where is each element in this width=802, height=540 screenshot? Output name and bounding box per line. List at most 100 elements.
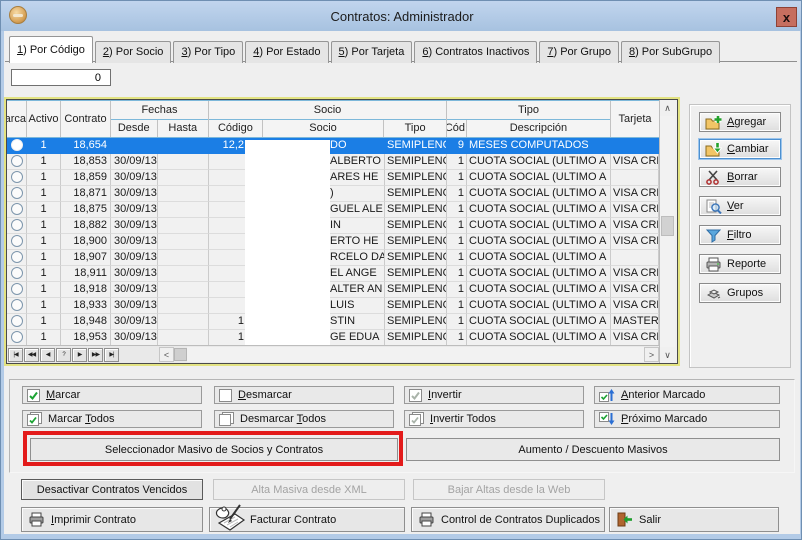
control-duplicados-button[interactable]: Control de Contratos Duplicados: [411, 507, 605, 532]
cell-marca: [7, 234, 27, 250]
table-row[interactable]: 1 18,948 30/09/13 1 STIN SEMIPLENO 1 CUO…: [7, 314, 659, 330]
row-marker-radio[interactable]: [11, 219, 23, 231]
tab-por-tarjeta[interactable]: 5) Por Tarjeta: [331, 41, 413, 63]
imprimir-contrato-button[interactable]: Imprimir Contrato: [21, 507, 203, 532]
tab-por-socio[interactable]: 2) Por Socio: [95, 41, 172, 63]
cell-tarjeta: MASTER A: [611, 314, 659, 330]
nav-fast-prev-button[interactable]: ◀◀: [24, 348, 39, 362]
invertir-todos-button[interactable]: Invertir Todos: [404, 410, 584, 428]
alta-masiva-xml-button[interactable]: Alta Masiva desde XML: [213, 479, 405, 500]
table-row[interactable]: 1 18,933 30/09/13 LUIS SEMIPLENO 1 CUOTA…: [7, 298, 659, 314]
salir-button[interactable]: Salir: [609, 507, 779, 532]
cell-tipo: SEMIPLENO: [385, 186, 447, 202]
table-row[interactable]: 1 18,853 30/09/13 ALBERTO SEMIPLENO 1 CU…: [7, 154, 659, 170]
invertir-button[interactable]: Invertir: [404, 386, 584, 404]
filtro-label: Filtro: [727, 229, 751, 241]
hscroll-right-button[interactable]: >: [644, 347, 659, 362]
row-marker-radio[interactable]: [11, 155, 23, 167]
seleccionador-masivo-button[interactable]: Seleccionador Masivo de Socios y Contrat…: [30, 438, 398, 461]
close-button[interactable]: x: [776, 7, 797, 27]
cambiar-button[interactable]: Cambiar: [699, 139, 781, 159]
row-marker-radio[interactable]: [11, 251, 23, 263]
aumento-descuento-button[interactable]: Aumento / Descuento Masivos: [406, 438, 780, 461]
nav-search-button[interactable]: ?: [56, 348, 71, 362]
tab-por-tipo[interactable]: 3) Por Tipo: [173, 41, 243, 63]
marcar-todos-button[interactable]: Marcar Todos: [22, 410, 202, 428]
cell-tarjeta: VISA CRED: [611, 234, 659, 250]
vscroll-thumb[interactable]: [661, 216, 674, 236]
cell-marca: [7, 314, 27, 330]
tab-por-estado[interactable]: 4) Por Estado: [245, 41, 328, 63]
vscroll-down-button[interactable]: ∨: [660, 347, 675, 363]
anterior-marcado-button[interactable]: Anterior Marcado: [594, 386, 780, 404]
tab-por-subgrupo[interactable]: 8) Por SubGrupo: [621, 41, 720, 63]
table-row[interactable]: 1 18,953 30/09/13 1 GE EDUA SEMIPLENO 1 …: [7, 330, 659, 345]
bajar-altas-web-button[interactable]: Bajar Altas desde la Web: [413, 479, 605, 500]
row-marker-radio[interactable]: [11, 203, 23, 215]
prev-marked-icon: [599, 388, 615, 402]
nav-fast-next-button[interactable]: ▶▶: [88, 348, 103, 362]
reporte-button[interactable]: Reporte: [699, 254, 781, 274]
table-row[interactable]: 1 18,900 30/09/13 ERTO HE SEMIPLENO 1 CU…: [7, 234, 659, 250]
desmarcar-todos-button[interactable]: Desmarcar Todos: [214, 410, 394, 428]
cell-contrato: 18,871: [61, 186, 111, 202]
vscroll-up-button[interactable]: ∧: [660, 100, 675, 116]
col-header-tipo-socio: Tipo: [384, 120, 446, 137]
codigo-filter-input[interactable]: [11, 69, 111, 86]
hscroll-track[interactable]: [187, 347, 644, 362]
printer-icon: [705, 257, 722, 272]
cell-hasta: [158, 250, 209, 266]
proximo-marcado-button[interactable]: Próximo Marcado: [594, 410, 780, 428]
nav-prev-button[interactable]: ◀: [40, 348, 55, 362]
cell-descripcion: CUOTA SOCIAL (ULTIMO A: [467, 266, 611, 282]
table-row[interactable]: 1 18,654 12,2 DO SEMIPLENO 9 MESES COMPU…: [7, 138, 659, 154]
hscroll-thumb[interactable]: [174, 348, 187, 361]
vscroll-track[interactable]: [660, 116, 675, 347]
cell-marca: [7, 186, 27, 202]
row-marker-radio[interactable]: [11, 331, 23, 343]
table-row[interactable]: 1 18,907 30/09/13 RCELO DA SEMIPLENO 1 C…: [7, 250, 659, 266]
borrar-button[interactable]: Borrar: [699, 167, 781, 187]
table-row[interactable]: 1 18,882 30/09/13 IN SEMIPLENO 1 CUOTA S…: [7, 218, 659, 234]
control-duplicados-label: Control de Contratos Duplicados: [441, 514, 600, 526]
row-marker-radio[interactable]: [11, 235, 23, 247]
cell-marca: [7, 250, 27, 266]
anterior-marcado-label: Anterior Marcado: [621, 389, 705, 401]
col-header-contrato: Contrato: [61, 101, 111, 137]
tab-contratos-inactivos[interactable]: 6) Contratos Inactivos: [414, 41, 537, 63]
cell-tipo: SEMIPLENO: [385, 170, 447, 186]
agregar-button[interactable]: Agregar: [699, 112, 781, 132]
nav-first-button[interactable]: |◀: [8, 348, 23, 362]
desmarcar-button[interactable]: Desmarcar: [214, 386, 394, 404]
row-marker-radio[interactable]: [11, 315, 23, 327]
tab-por-codigo[interactable]: 1) Por Código: [9, 36, 93, 63]
table-row[interactable]: 1 18,875 30/09/13 GUEL ALE SEMIPLENO 1 C…: [7, 202, 659, 218]
table-row[interactable]: 1 18,918 30/09/13 ALTER AN SEMIPLENO 1 C…: [7, 282, 659, 298]
row-marker-radio[interactable]: [11, 171, 23, 183]
row-marker-radio[interactable]: [11, 299, 23, 311]
cell-tipo: SEMIPLENO: [385, 154, 447, 170]
desactivar-vencidos-label: Desactivar Contratos Vencidos: [37, 484, 187, 496]
grupos-button[interactable]: Grupos: [699, 283, 781, 303]
table-row[interactable]: 1 18,911 30/09/13 EL ANGE SEMIPLENO 1 CU…: [7, 266, 659, 282]
tab-por-grupo[interactable]: 7) Por Grupo: [539, 41, 619, 63]
nav-next-button[interactable]: ▶: [72, 348, 87, 362]
scroll-up-icon: ∧: [664, 103, 671, 114]
hscroll-left-button[interactable]: <: [159, 347, 174, 362]
cell-marca: [7, 330, 27, 345]
filtro-button[interactable]: Filtro: [699, 225, 781, 245]
ver-button[interactable]: Ver: [699, 196, 781, 216]
row-marker-radio[interactable]: [11, 283, 23, 295]
marcar-button[interactable]: Marcar: [22, 386, 202, 404]
row-marker-radio[interactable]: [11, 267, 23, 279]
facturar-contrato-button[interactable]: Facturar Contrato: [209, 507, 405, 532]
cell-descripcion: MESES COMPUTADOS: [467, 138, 611, 154]
table-row[interactable]: 1 18,871 30/09/13 ) SEMIPLENO 1 CUOTA SO…: [7, 186, 659, 202]
desactivar-vencidos-button[interactable]: Desactivar Contratos Vencidos: [21, 479, 203, 500]
groups-printer-icon: [705, 286, 722, 301]
hand-writing-icon: [211, 501, 247, 533]
row-marker-radio[interactable]: [11, 187, 23, 199]
row-marker-radio[interactable]: [11, 139, 23, 151]
nav-last-button[interactable]: ▶|: [104, 348, 119, 362]
table-row[interactable]: 1 18,859 30/09/13 ARES HE SEMIPLENO 1 CU…: [7, 170, 659, 186]
